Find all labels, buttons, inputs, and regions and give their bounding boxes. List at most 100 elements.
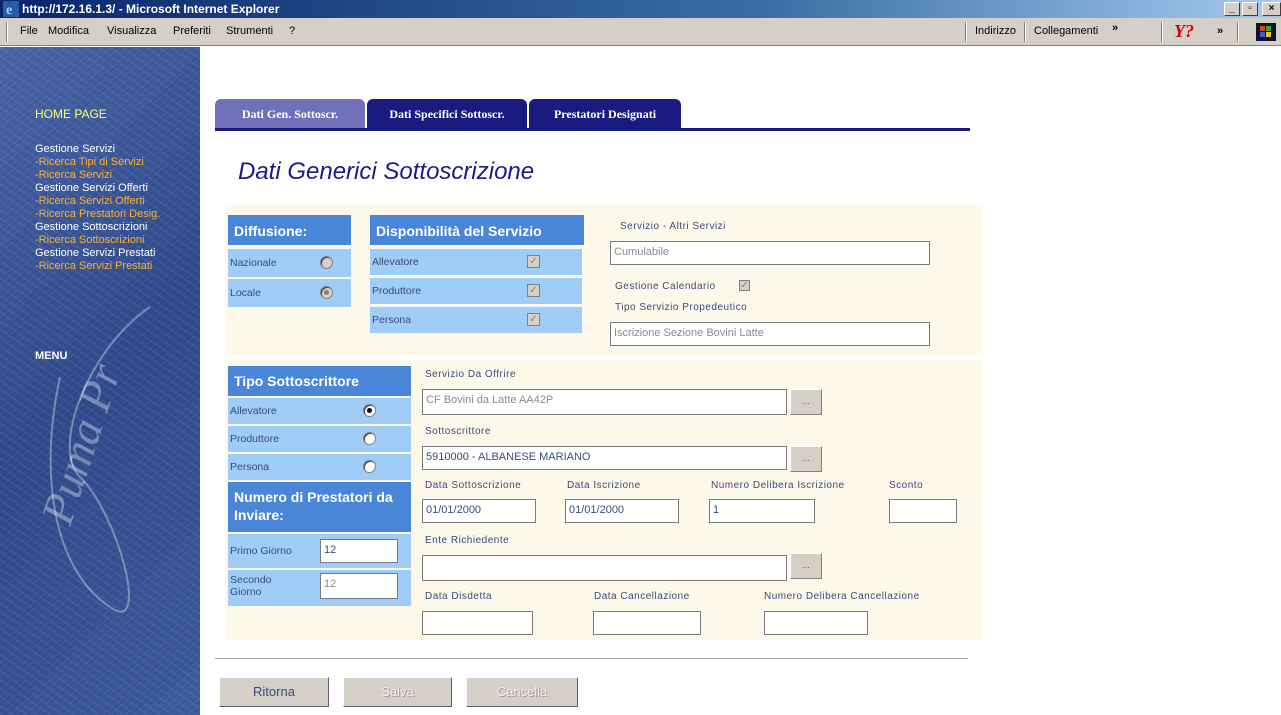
windows-logo-icon: [1256, 23, 1276, 41]
tipo-row-allevatore: Allevatore: [228, 398, 411, 424]
disponibilita-persona-checkbox[interactable]: ✓: [527, 313, 540, 326]
sottoscrittore-label: Sottoscrittore: [425, 426, 491, 437]
tipo-sottoscrittore-header: Tipo Sottoscrittore: [228, 366, 411, 396]
sottoscrittore-field[interactable]: 5910000 - ALBANESE MARIANO: [422, 446, 787, 470]
address-bar-label[interactable]: Indirizzo: [975, 25, 1016, 37]
sidebar-cat-gestione-sottoscrizioni[interactable]: Gestione Sottoscrizioni: [35, 221, 148, 233]
toolbar-separator: [1237, 22, 1239, 42]
disponibilita-row-allevatore: Allevatore ✓: [370, 249, 582, 275]
numero-delibera-cancellazione-label: Numero Delibera Cancellazione: [764, 591, 920, 602]
disponibilita-allevatore-checkbox[interactable]: ✓: [527, 255, 540, 268]
sidebar-link-ricerca-prestatori-desig[interactable]: -Ricerca Prestatori Desig.: [35, 208, 160, 220]
ente-richiedente-field[interactable]: [422, 555, 787, 581]
toolbar-grip: [6, 22, 8, 42]
disponibilita-produttore-label: Produttore: [372, 285, 422, 297]
sidebar-link-ricerca-tipi-servizi[interactable]: -Ricerca Tipi di Servizi: [35, 156, 144, 168]
window-title: http://172.16.1.3/ - Microsoft Internet …: [22, 2, 280, 16]
sidebar-home-link[interactable]: HOME PAGE: [35, 107, 107, 121]
tipo-allevatore-radio[interactable]: [363, 404, 376, 417]
data-cancellazione-field[interactable]: [593, 611, 701, 635]
minimize-button[interactable]: _: [1224, 2, 1240, 16]
sidebar-link-ricerca-servizi-prestati[interactable]: -Ricerca Servizi Prestati: [35, 260, 152, 272]
diffusione-locale-label: Locale: [230, 287, 261, 299]
primo-giorno-label: Primo Giorno: [230, 545, 292, 557]
tipo-allevatore-label: Allevatore: [230, 405, 277, 417]
servizio-da-offrire-browse-button[interactable]: ...: [790, 389, 822, 415]
secondo-giorno-label: Secondo Giorno: [230, 574, 272, 598]
page-title: Dati Generici Sottoscrizione: [238, 158, 535, 185]
tipo-servizio-propedeutico-label: Tipo Servizio Propedeutico: [615, 302, 748, 313]
diffusione-locale-radio[interactable]: [320, 286, 333, 299]
tab-dati-specifici[interactable]: Dati Specifici Sottoscr.: [367, 99, 527, 129]
svg-text:e: e: [6, 3, 12, 17]
tab-underline: [215, 128, 970, 131]
sidebar-cat-gestione-servizi-offerti[interactable]: Gestione Servizi Offerti: [35, 182, 148, 194]
toolbar-chevron[interactable]: »: [1217, 25, 1223, 37]
gestione-calendario-label: Gestione Calendario: [615, 281, 716, 292]
tipo-persona-label: Persona: [230, 461, 270, 473]
tipo-persona-radio[interactable]: [363, 460, 376, 473]
data-disdetta-field[interactable]: [422, 611, 533, 635]
links-bar-label[interactable]: Collegamenti: [1034, 25, 1098, 37]
sidebar-link-ricerca-servizi-offerti[interactable]: -Ricerca Servizi Offerti: [35, 195, 145, 207]
data-sottoscrizione-field[interactable]: 01/01/2000: [422, 499, 536, 523]
diffusione-nazionale-radio[interactable]: [320, 256, 333, 269]
servizio-field[interactable]: Cumulabile: [610, 241, 930, 265]
disponibilita-row-persona: Persona ✓: [370, 307, 582, 333]
numero-delibera-cancellazione-field[interactable]: [764, 611, 868, 635]
gestione-calendario-checkbox[interactable]: ✓: [739, 280, 750, 291]
tab-prestatori-designati[interactable]: Prestatori Designati: [529, 99, 681, 129]
diffusione-row-nazionale: Nazionale: [228, 249, 351, 277]
sidebar-link-ricerca-sottoscrizioni[interactable]: -Ricerca Sottoscrizioni: [35, 234, 144, 246]
prestatori-header: Numero di Prestatori da Inviare:: [228, 482, 411, 532]
sidebar-cat-gestione-servizi[interactable]: Gestione Servizi: [35, 143, 115, 155]
yahoo-toolbar-icon[interactable]: Y?: [1174, 21, 1194, 42]
prestatori-row-primo: Primo Giorno 12: [228, 534, 411, 568]
data-iscrizione-field[interactable]: 01/01/2000: [565, 499, 679, 523]
diffusione-row-locale: Locale: [228, 279, 351, 307]
disponibilita-header: Disponibilità del Servizio: [370, 215, 584, 245]
servizio-da-offrire-field[interactable]: CF Bovini da Latte AA42P: [422, 389, 787, 415]
ritorna-button[interactable]: Ritorna: [219, 677, 329, 707]
ente-richiedente-browse-button[interactable]: ...: [790, 553, 822, 579]
numero-delibera-iscrizione-field[interactable]: 1: [709, 499, 815, 523]
cancella-button[interactable]: Cancella: [466, 677, 578, 707]
buttons-divider: [215, 658, 968, 660]
primo-giorno-field[interactable]: 12: [320, 539, 398, 563]
tipo-produttore-radio[interactable]: [363, 432, 376, 445]
links-chevron[interactable]: »: [1112, 22, 1118, 34]
sidebar-menu-link[interactable]: MENU: [35, 350, 67, 362]
data-disdetta-label: Data Disdetta: [425, 591, 493, 602]
sottoscrittore-browse-button[interactable]: ...: [790, 446, 822, 472]
sidebar-cat-gestione-servizi-prestati[interactable]: Gestione Servizi Prestati: [35, 247, 155, 259]
secondo-giorno-field[interactable]: 12: [320, 573, 398, 599]
close-button[interactable]: ×: [1262, 2, 1281, 16]
toolbar-separator: [1161, 22, 1163, 42]
tipo-servizio-propedeutico-field[interactable]: Iscrizione Sezione Bovini Latte: [610, 322, 930, 346]
diffusione-nazionale-label: Nazionale: [230, 257, 277, 269]
tipo-row-produttore: Produttore: [228, 426, 411, 452]
data-sottoscrizione-label: Data Sottoscrizione: [425, 480, 522, 491]
menu-strumenti[interactable]: Strumenti: [226, 25, 273, 37]
sidebar-link-ricerca-servizi[interactable]: -Ricerca Servizi: [35, 169, 112, 181]
data-cancellazione-label: Data Cancellazione: [594, 591, 690, 602]
sidebar: Puma Pr HOME PAGE Gestione Servizi -Rice…: [0, 47, 200, 715]
menu-help[interactable]: ?: [289, 25, 295, 37]
salva-button[interactable]: Salva: [343, 677, 452, 707]
disponibilita-persona-label: Persona: [372, 314, 412, 326]
prestatori-row-secondo: Secondo Giorno 12: [228, 570, 411, 606]
tab-dati-generici[interactable]: Dati Gen. Sottoscr.: [215, 99, 365, 129]
sconto-field[interactable]: [889, 499, 957, 523]
ente-richiedente-label: Ente Richiedente: [425, 535, 510, 546]
disponibilita-produttore-checkbox[interactable]: ✓: [527, 284, 540, 297]
menu-visualizza[interactable]: Visualizza: [107, 25, 156, 37]
data-iscrizione-label: Data Iscrizione: [567, 480, 641, 491]
tipo-produttore-label: Produttore: [230, 433, 280, 445]
menu-file[interactable]: File: [20, 25, 38, 37]
maximize-button[interactable]: ▫: [1242, 2, 1258, 16]
menu-preferiti[interactable]: Preferiti: [173, 25, 211, 37]
numero-delibera-iscrizione-label: Numero Delibera Iscrizione: [711, 480, 845, 491]
menu-modifica[interactable]: Modifica: [48, 25, 89, 37]
servizio-label: Servizio - Altri Servizi: [620, 221, 726, 232]
svg-text:Puma Pr: Puma Pr: [31, 357, 131, 532]
